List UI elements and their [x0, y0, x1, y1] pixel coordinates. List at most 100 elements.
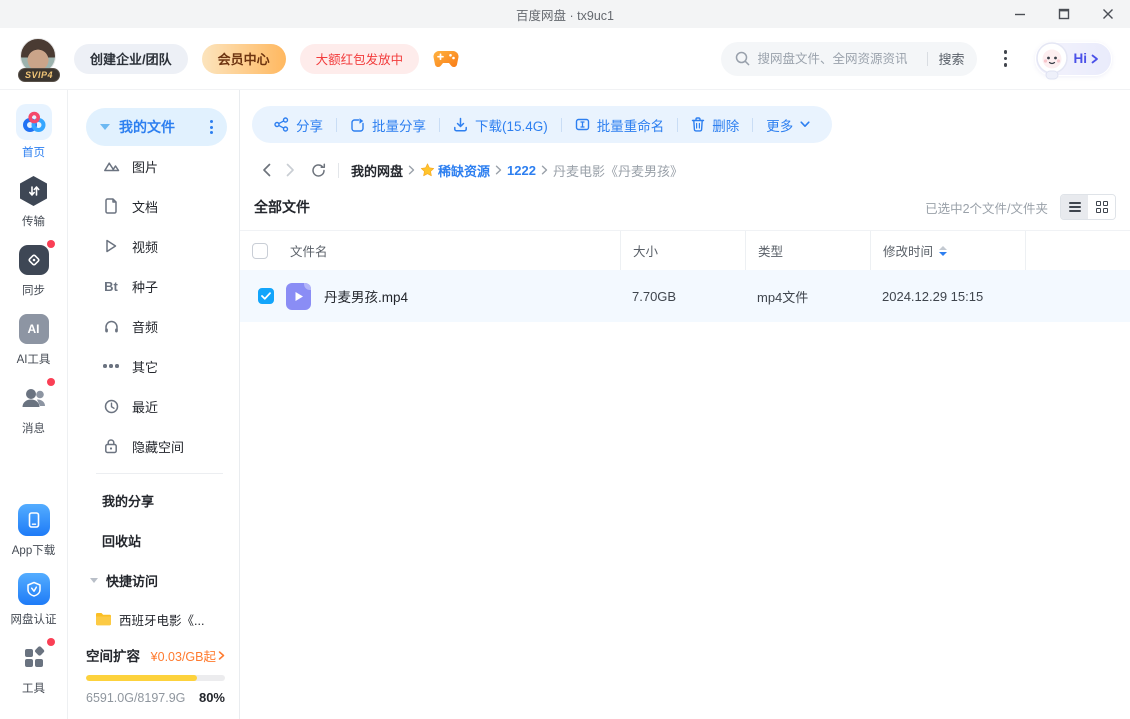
file-size: 7.70GB — [632, 288, 677, 304]
maximize-button[interactable] — [1042, 0, 1086, 28]
sync-icon — [18, 245, 49, 275]
transfer-icon — [20, 176, 47, 206]
breadcrumb: 我的网盘 稀缺资源 1222 丹麦电影《丹麦男孩》 — [254, 156, 1130, 184]
row-checkbox[interactable] — [258, 288, 274, 304]
sidebar-item-pictures[interactable]: 图片 — [86, 146, 227, 186]
rail-item-certification[interactable]: 网盘认证 — [11, 571, 57, 627]
search-submit-button[interactable]: 搜索 — [938, 49, 964, 68]
toolbar-divider — [439, 117, 440, 132]
search-input[interactable] — [757, 51, 918, 66]
batch-rename-button[interactable]: 批量重命名 — [575, 115, 664, 135]
file-table: 文件名 大小 类型 修改时间 丹麦男孩.mp4 7.70GB mp4文件 202… — [240, 230, 1130, 322]
sidebar-item-videos[interactable]: 视频 — [86, 226, 227, 266]
my-files-menu-icon[interactable] — [208, 118, 215, 136]
assistant-label: Hi — [1073, 51, 1088, 66]
column-name[interactable]: 文件名 — [290, 241, 328, 260]
search-divider — [927, 51, 929, 66]
sidebar-divider — [96, 473, 223, 474]
more-menu-button[interactable] — [993, 44, 1019, 74]
messages-icon — [22, 389, 45, 407]
user-avatar[interactable]: SVIP4 — [18, 37, 61, 82]
refresh-button[interactable] — [306, 158, 330, 182]
minimize-button[interactable] — [998, 0, 1042, 28]
grid-view-icon — [1095, 201, 1108, 213]
svip-badge: SVIP4 — [18, 67, 61, 82]
chevron-left-icon — [262, 163, 270, 177]
storage-expand-link[interactable]: ¥0.03/GB起 — [151, 646, 225, 665]
delete-button[interactable]: 删除 — [691, 115, 739, 135]
rail-item-sync[interactable]: 同步 — [16, 240, 55, 298]
vip-center-button[interactable]: 会员中心 — [201, 43, 286, 74]
more-button[interactable]: 更多 — [766, 115, 810, 135]
breadcrumb-starred-folder[interactable]: 稀缺资源 — [420, 161, 490, 180]
toolbar-divider — [560, 117, 562, 132]
rail-item-app-download[interactable]: App下载 — [12, 502, 55, 558]
main-content: 分享 批量分享 下载(15.4G) 批量重命名 删除 更多 我的网盘 稀缺资源 … — [240, 90, 1130, 719]
back-button[interactable] — [254, 158, 278, 182]
rail-label: 首页 — [22, 147, 45, 159]
window-controls — [998, 0, 1130, 28]
chevron-right-icon — [218, 650, 225, 660]
header: SVIP4 创建企业/团队 会员中心 大额红包发放中 搜索 — [0, 28, 1130, 90]
file-type: mp4文件 — [757, 289, 809, 305]
breadcrumb-separator-icon — [495, 165, 502, 175]
table-row[interactable]: 丹麦男孩.mp4 7.70GB mp4文件 2024.12.29 15:15 — [240, 270, 1130, 322]
select-all-checkbox[interactable] — [252, 242, 268, 259]
sidebar-item-recycle-bin[interactable]: 回收站 — [86, 520, 227, 560]
column-size[interactable]: 大小 — [620, 231, 745, 270]
ai-tools-icon: AI — [18, 314, 49, 344]
list-view-button[interactable] — [1061, 195, 1088, 219]
document-icon — [105, 198, 117, 214]
rail-item-home[interactable]: 首页 — [15, 104, 52, 160]
storage-percent: 80% — [198, 690, 225, 705]
sidebar-quick-access[interactable]: 快捷访问 — [86, 560, 227, 600]
breadcrumb-root[interactable]: 我的网盘 — [351, 161, 403, 180]
sidebar-item-audio[interactable]: 音频 — [86, 306, 227, 346]
grid-view-button[interactable] — [1088, 195, 1115, 219]
breadcrumb-folder-1222[interactable]: 1222 — [507, 163, 536, 178]
sidebar-item-documents[interactable]: 文档 — [86, 186, 227, 226]
forward-button[interactable] — [278, 158, 302, 182]
rail-item-messages[interactable]: 消息 — [16, 378, 55, 436]
sidebar-item-other[interactable]: 其它 — [86, 346, 227, 386]
share-button[interactable]: 分享 — [274, 115, 323, 135]
batch-share-button[interactable]: 批量分享 — [350, 115, 426, 135]
minimize-icon — [1015, 13, 1025, 16]
selection-info: 已选中2个文件/文件夹 — [925, 201, 1048, 216]
close-button[interactable] — [1086, 0, 1130, 28]
game-center-button[interactable] — [433, 49, 459, 69]
storage-expand-label: 空间扩容 — [86, 649, 140, 664]
clock-icon — [104, 399, 118, 413]
sidebar-item-my-shares[interactable]: 我的分享 — [86, 480, 227, 520]
storage-progress-bar — [86, 675, 225, 681]
assistant-avatar-icon — [1035, 41, 1068, 79]
file-name[interactable]: 丹麦男孩.mp4 — [324, 286, 408, 306]
download-button[interactable]: 下载(15.4G) — [453, 115, 548, 135]
pictures-icon — [103, 161, 119, 171]
video-file-icon — [286, 282, 311, 310]
sidebar-item-quick-folder[interactable]: 西班牙电影《... — [86, 600, 227, 638]
sort-icon[interactable] — [939, 245, 948, 256]
bt-icon: Bt — [104, 278, 118, 294]
column-type[interactable]: 类型 — [745, 231, 870, 270]
sidebar-item-torrents[interactable]: Bt 种子 — [86, 266, 227, 306]
column-empty — [1025, 231, 1130, 270]
column-modified[interactable]: 修改时间 — [870, 231, 1025, 270]
rail-item-tools[interactable]: 工具 — [16, 638, 55, 696]
ai-assistant-button[interactable]: Hi — [1034, 41, 1112, 79]
search-box[interactable]: 搜索 — [720, 41, 977, 76]
headphones-icon — [104, 320, 118, 332]
rail-item-transfer[interactable]: 传输 — [16, 173, 52, 229]
sidebar-item-hidden-space[interactable]: 隐藏空间 — [86, 426, 227, 466]
ellipsis-icon — [103, 364, 119, 368]
left-rail: 首页 传输 同步 AI AI工具 消息 App下载 网盘认证 工具 — [0, 90, 68, 719]
rail-item-ai-tools[interactable]: AI AI工具 — [16, 311, 52, 367]
create-team-button[interactable]: 创建企业/团队 — [74, 43, 188, 74]
star-icon — [420, 163, 435, 177]
red-packet-button[interactable]: 大额红包发放中 — [299, 43, 420, 74]
rail-label: 传输 — [22, 216, 45, 228]
sidebar-item-recent[interactable]: 最近 — [86, 386, 227, 426]
file-modified: 2024.12.29 15:15 — [882, 288, 984, 304]
sidebar-item-my-files[interactable]: 我的文件 — [86, 108, 227, 146]
batch-share-icon — [351, 118, 364, 132]
